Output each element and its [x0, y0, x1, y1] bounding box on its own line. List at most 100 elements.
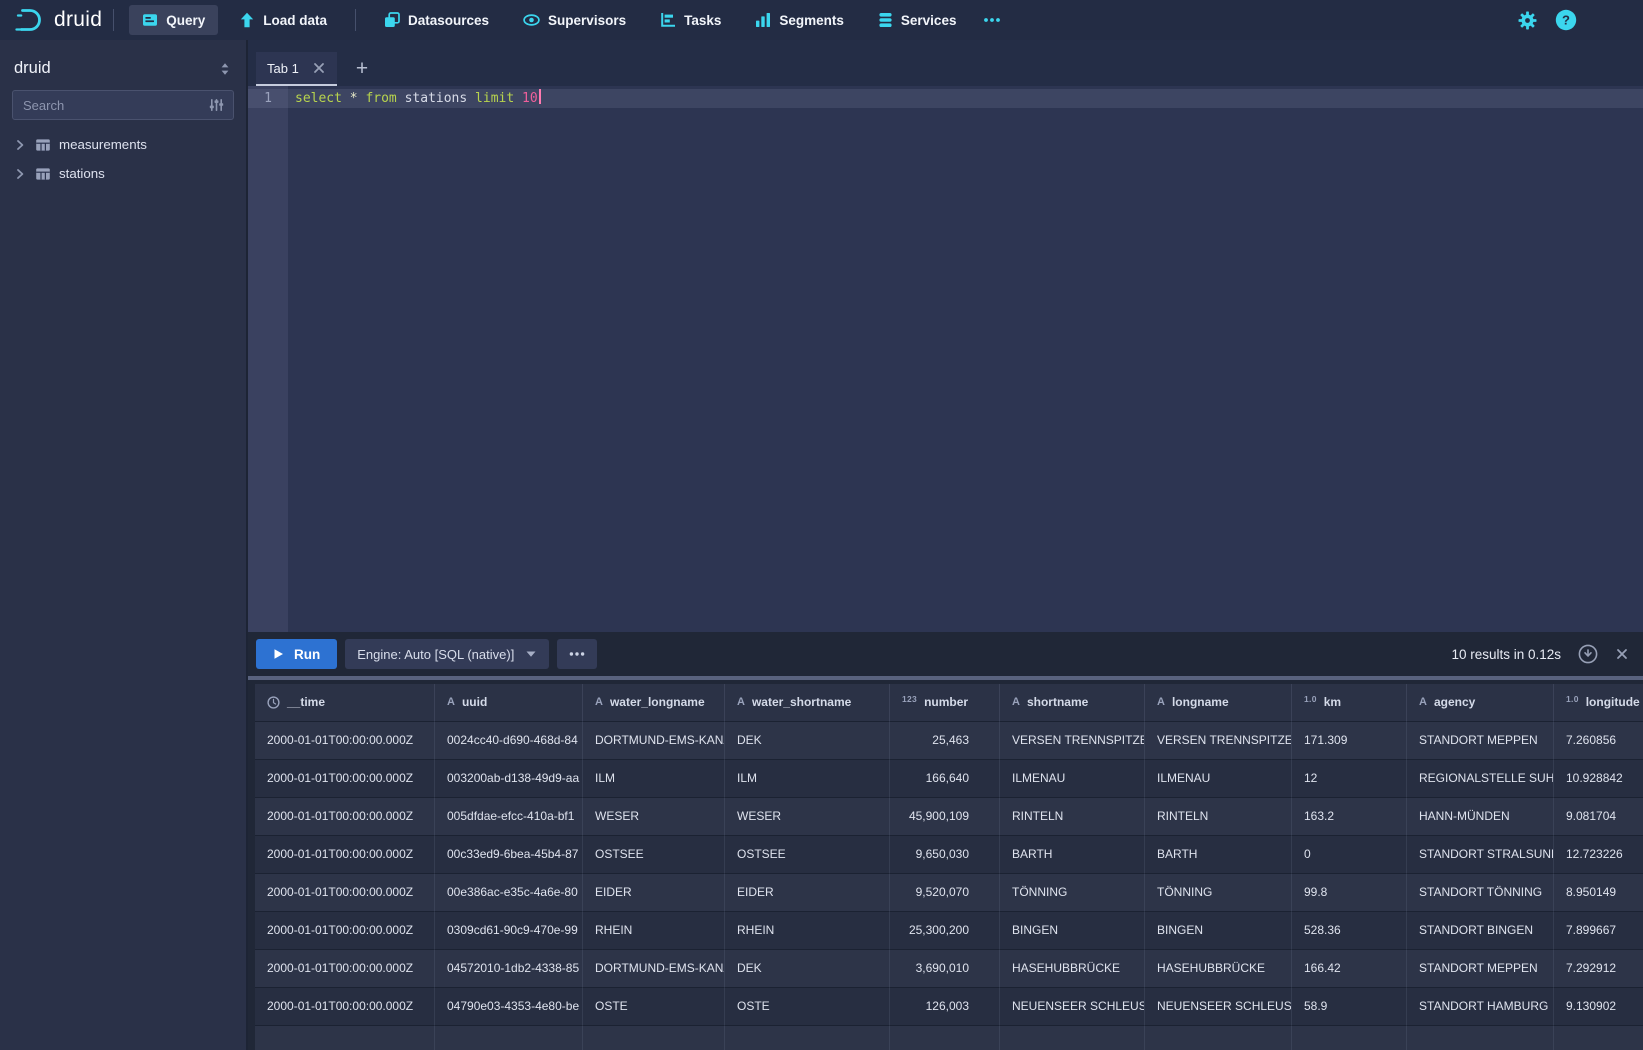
help-icon[interactable]: ?: [1555, 9, 1577, 31]
sql-editor[interactable]: 1 select * from stations limit 10: [248, 86, 1643, 632]
cell-km[interactable]: 58.9: [1292, 988, 1407, 1026]
cell-water_shortname[interactable]: DEK: [725, 722, 890, 760]
chevron-right-icon[interactable]: [13, 138, 27, 152]
cell-number[interactable]: 166,640: [890, 760, 1000, 798]
cell-uuid[interactable]: 00e386ac-e35c-4a6e-80: [435, 874, 583, 912]
cell-number[interactable]: 45,900,109: [890, 798, 1000, 836]
cell-water_longname[interactable]: DORTMUND-EMS-KANAL: [583, 722, 725, 760]
cell-water_longname[interactable]: ILM: [583, 760, 725, 798]
cell-water_shortname[interactable]: RHEIN: [725, 912, 890, 950]
cell-agency[interactable]: STANDORT MEPPEN: [1407, 950, 1554, 988]
run-button[interactable]: Run: [256, 639, 337, 669]
cell-longitude[interactable]: 9.130902: [1554, 988, 1643, 1026]
cell-longname[interactable]: NEUENSEER SCHLEUSEN: [1145, 988, 1292, 1026]
engine-select-button[interactable]: Engine: Auto [SQL (native)]: [345, 639, 549, 669]
cell-number[interactable]: 9,650,030: [890, 836, 1000, 874]
column-header-shortname[interactable]: Ashortname: [1000, 684, 1145, 722]
cell-longitude[interactable]: 12.723226: [1554, 836, 1643, 874]
cell-uuid[interactable]: 0309cd61-90c9-470e-99: [435, 912, 583, 950]
cell-shortname[interactable]: VERSEN TRENNSPITZE: [1000, 722, 1145, 760]
cell-__time[interactable]: 2000-01-01T00:00:00.000Z: [255, 874, 435, 912]
cell-water_longname[interactable]: [583, 1026, 725, 1050]
cell-longitude[interactable]: 9.081704: [1554, 798, 1643, 836]
download-icon[interactable]: [1578, 644, 1598, 664]
cell-agency[interactable]: REGIONALSTELLE SUHL: [1407, 760, 1554, 798]
cell-shortname[interactable]: NEUENSEER SCHLEUSEN: [1000, 988, 1145, 1026]
cell-__time[interactable]: 2000-01-01T00:00:00.000Z: [255, 798, 435, 836]
schema-selector[interactable]: druid: [0, 40, 246, 90]
new-tab-button[interactable]: +: [350, 52, 374, 86]
cell-__time[interactable]: 2000-01-01T00:00:00.000Z: [255, 722, 435, 760]
cell-number[interactable]: 126,003: [890, 988, 1000, 1026]
column-header-longitude[interactable]: 1.0longitude: [1554, 684, 1643, 722]
cell-water_shortname[interactable]: WESER: [725, 798, 890, 836]
cell-longitude[interactable]: [1554, 1026, 1643, 1050]
close-icon[interactable]: [1615, 647, 1629, 661]
cell-agency[interactable]: HANN-MÜNDEN: [1407, 798, 1554, 836]
cell-km[interactable]: 171.309: [1292, 722, 1407, 760]
cell-water_shortname[interactable]: OSTSEE: [725, 836, 890, 874]
druid-logo[interactable]: druid: [14, 6, 102, 34]
column-header-uuid[interactable]: Auuid: [435, 684, 583, 722]
cell-longitude[interactable]: 10.928842: [1554, 760, 1643, 798]
nav-item-load-data[interactable]: Load data: [226, 5, 340, 35]
cell-number[interactable]: 3,690,010: [890, 950, 1000, 988]
close-icon[interactable]: [312, 61, 326, 75]
cell-km[interactable]: 166.42: [1292, 950, 1407, 988]
cell-number[interactable]: 25,463: [890, 722, 1000, 760]
cell-shortname[interactable]: ILMENAU: [1000, 760, 1145, 798]
query-more-button[interactable]: [557, 639, 597, 669]
cell-__time[interactable]: 2000-01-01T00:00:00.000Z: [255, 950, 435, 988]
cell-km[interactable]: 528.36: [1292, 912, 1407, 950]
cell-km[interactable]: [1292, 1026, 1407, 1050]
cell-longitude[interactable]: 7.899667: [1554, 912, 1643, 950]
cell-km[interactable]: 0: [1292, 836, 1407, 874]
cell-longname[interactable]: HASEHUBBRÜCKE: [1145, 950, 1292, 988]
cell-water_longname[interactable]: EIDER: [583, 874, 725, 912]
cell-water_longname[interactable]: DORTMUND-EMS-KANAL: [583, 950, 725, 988]
cell-water_longname[interactable]: OSTSEE: [583, 836, 725, 874]
cell-shortname[interactable]: RINTELN: [1000, 798, 1145, 836]
cell-agency[interactable]: STANDORT HAMBURG: [1407, 988, 1554, 1026]
cell-number[interactable]: [890, 1026, 1000, 1050]
cell-shortname[interactable]: [1000, 1026, 1145, 1050]
tab-tab-1[interactable]: Tab 1: [256, 52, 337, 86]
cell-longitude[interactable]: 7.292912: [1554, 950, 1643, 988]
cell-water_shortname[interactable]: OSTE: [725, 988, 890, 1026]
column-header-number[interactable]: 123number: [890, 684, 1000, 722]
cell-shortname[interactable]: BARTH: [1000, 836, 1145, 874]
cell-__time[interactable]: 2000-01-01T00:00:00.000Z: [255, 988, 435, 1026]
cell-longname[interactable]: BINGEN: [1145, 912, 1292, 950]
cell-shortname[interactable]: HASEHUBBRÜCKE: [1000, 950, 1145, 988]
sidebar-table-stations[interactable]: stations: [0, 159, 246, 188]
cell-agency[interactable]: [1407, 1026, 1554, 1050]
cell-shortname[interactable]: TÖNNING: [1000, 874, 1145, 912]
cell-uuid[interactable]: 04790e03-4353-4e80-be: [435, 988, 583, 1026]
cell-agency[interactable]: STANDORT BINGEN: [1407, 912, 1554, 950]
cell-longitude[interactable]: 7.260856: [1554, 722, 1643, 760]
cell-uuid[interactable]: 003200ab-d138-49d9-aa: [435, 760, 583, 798]
cell-number[interactable]: 25,300,200: [890, 912, 1000, 950]
cell-uuid[interactable]: 005dfdae-efcc-410a-bf1: [435, 798, 583, 836]
cell-longitude[interactable]: 8.950149: [1554, 874, 1643, 912]
sidebar-table-measurements[interactable]: measurements: [0, 130, 246, 159]
cell-agency[interactable]: STANDORT TÖNNING: [1407, 874, 1554, 912]
sliders-icon[interactable]: [208, 97, 233, 113]
cell-agency[interactable]: STANDORT MEPPEN: [1407, 722, 1554, 760]
more-nav-button[interactable]: [973, 5, 1011, 35]
nav-item-services[interactable]: Services: [865, 5, 970, 35]
cell-km[interactable]: 12: [1292, 760, 1407, 798]
cell-water_shortname[interactable]: EIDER: [725, 874, 890, 912]
nav-item-datasources[interactable]: Datasources: [371, 5, 502, 35]
column-header-km[interactable]: 1.0km: [1292, 684, 1407, 722]
cell-water_longname[interactable]: WESER: [583, 798, 725, 836]
cell-km[interactable]: 163.2: [1292, 798, 1407, 836]
cell-__time[interactable]: [255, 1026, 435, 1050]
cell-__time[interactable]: 2000-01-01T00:00:00.000Z: [255, 760, 435, 798]
cell-water_longname[interactable]: RHEIN: [583, 912, 725, 950]
search-input[interactable]: [13, 98, 208, 113]
cell-number[interactable]: 9,520,070: [890, 874, 1000, 912]
cell-longname[interactable]: BARTH: [1145, 836, 1292, 874]
cell-water_shortname[interactable]: [725, 1026, 890, 1050]
cell-uuid[interactable]: 0024cc40-d690-468d-84: [435, 722, 583, 760]
